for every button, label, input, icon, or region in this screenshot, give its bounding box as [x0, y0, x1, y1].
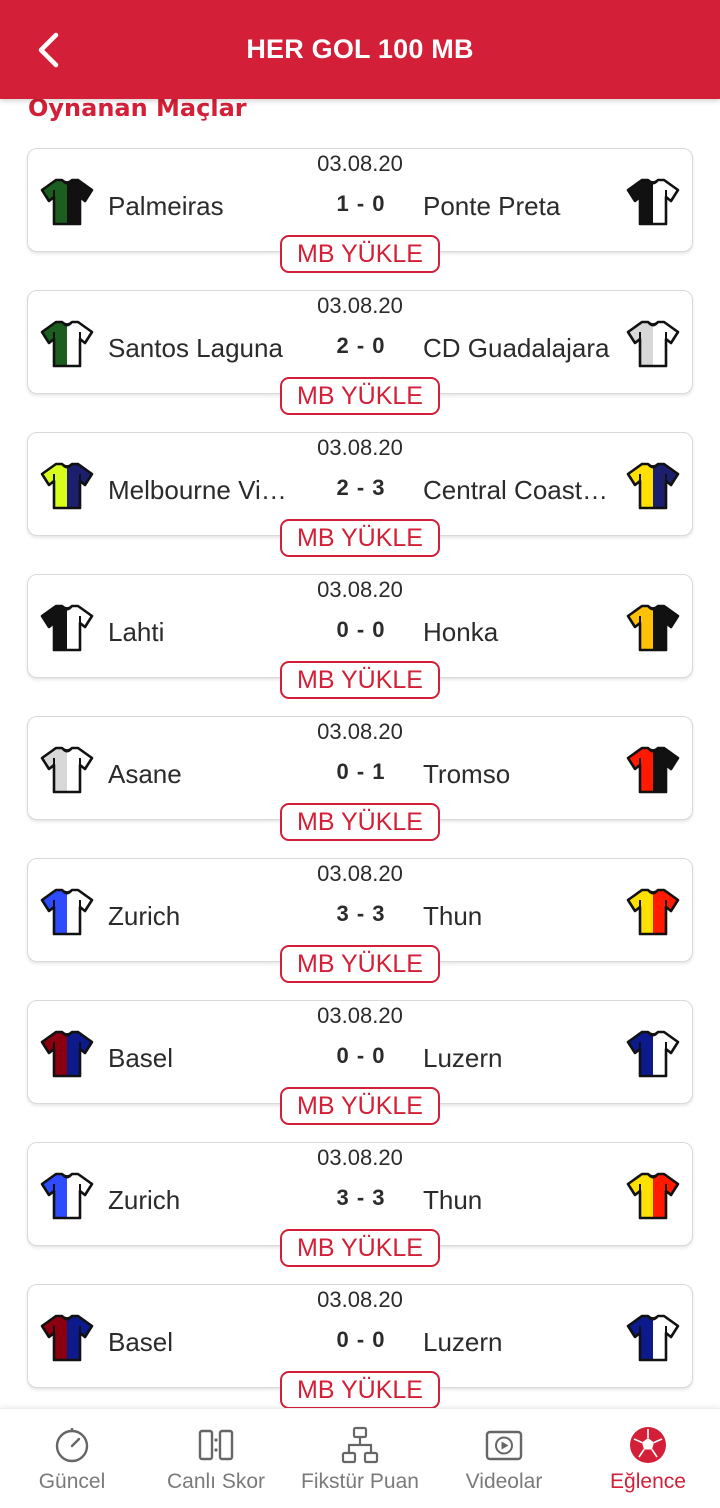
away-team-name: Honka: [423, 617, 499, 647]
chevron-left-icon: [38, 32, 59, 68]
match-score: 3 - 3: [336, 901, 386, 926]
match-card[interactable]: 03.08.20 Melbourne Vi… 2 - 3 Central Coast……: [27, 432, 693, 557]
away-team-name: Luzern: [423, 1043, 503, 1073]
mb-yukle-button[interactable]: MB YÜKLE: [280, 803, 440, 841]
page-title: HER GOL 100 MB: [246, 34, 474, 64]
home-team-name: Zurich: [108, 901, 181, 931]
stopwatch-icon: [55, 1428, 89, 1463]
home-team-name: Basel: [108, 1043, 174, 1073]
home-jersey-icon: [40, 1171, 94, 1221]
bottom-navigation: Güncel Canlı Skor Fikstür Puan Videolar Eğle…: [0, 1408, 720, 1508]
match-date: 03.08.20: [317, 1145, 403, 1170]
match-card[interactable]: 03.08.20 Lahti 0 - 0 Honka MB YÜKLE: [27, 574, 693, 699]
away-team-name: Thun: [423, 1185, 483, 1215]
away-jersey-icon: [626, 319, 680, 369]
away-jersey-icon: [626, 887, 680, 937]
fixture-tree-icon: [341, 1426, 379, 1464]
nav-label: Canlı Skor: [166, 1470, 266, 1493]
away-team-name: Ponte Preta: [423, 191, 561, 221]
nav-item-play-video[interactable]: Videolar: [432, 1409, 576, 1508]
home-team-name: Melbourne Vi…: [108, 475, 287, 505]
match-date: 03.08.20: [317, 151, 403, 176]
back-button[interactable]: [22, 22, 78, 78]
home-team-name: Lahti: [108, 617, 165, 647]
match-score: 1 - 0: [336, 191, 386, 216]
home-team-name: Palmeiras: [108, 191, 224, 221]
home-jersey-icon: [40, 1029, 94, 1079]
match-card[interactable]: 03.08.20 Asane 0 - 1 Tromso MB YÜKLE: [27, 716, 693, 841]
app-header: HER GOL 100 MB: [0, 0, 720, 99]
mb-yukle-button[interactable]: MB YÜKLE: [280, 1087, 440, 1125]
nav-label: Fikstür Puan: [301, 1470, 419, 1493]
match-card[interactable]: 03.08.20 Santos Laguna 2 - 0 CD Guadalajara…: [27, 290, 693, 415]
away-jersey-icon: [626, 1029, 680, 1079]
nav-item-fixture-tree[interactable]: Fikstür Puan: [288, 1409, 432, 1508]
match-date: 03.08.20: [317, 435, 403, 460]
mb-yukle-button[interactable]: MB YÜKLE: [280, 945, 440, 983]
match-card[interactable]: 03.08.20 Palmeiras 1 - 0 Ponte Preta MB YÜKL…: [27, 148, 693, 273]
away-team-name: CD Guadalajara: [423, 333, 610, 363]
mb-yukle-button[interactable]: MB YÜKLE: [280, 235, 440, 273]
match-score: 3 - 3: [336, 1185, 386, 1210]
match-score: 0 - 1: [336, 759, 386, 784]
match-date: 03.08.20: [317, 1003, 403, 1028]
match-score: 0 - 0: [336, 1327, 386, 1352]
nav-item-football[interactable]: Eğlence: [576, 1409, 720, 1508]
scoreboard-icon: [198, 1429, 234, 1461]
home-team-name: Asane: [108, 759, 182, 789]
away-team-name: Tromso: [423, 759, 511, 789]
away-team-name: Luzern: [423, 1327, 503, 1357]
away-team-name: Thun: [423, 901, 483, 931]
match-score: 0 - 0: [336, 617, 386, 642]
match-card[interactable]: 03.08.20 Zurich 3 - 3 Thun MB YÜKLE: [27, 1142, 693, 1267]
match-date: 03.08.20: [317, 1287, 403, 1312]
match-card[interactable]: 03.08.20 Zurich 3 - 3 Thun MB YÜKLE: [27, 858, 693, 983]
match-score: 2 - 3: [336, 475, 386, 500]
home-jersey-icon: [40, 603, 94, 653]
match-date: 03.08.20: [317, 719, 403, 744]
away-jersey-icon: [626, 745, 680, 795]
match-score: 2 - 0: [336, 333, 386, 358]
home-team-name: Santos Laguna: [108, 333, 283, 363]
away-jersey-icon: [626, 1171, 680, 1221]
match-card[interactable]: 03.08.20 Basel 0 - 0 Luzern MB YÜKLE: [27, 1284, 693, 1408]
nav-label: Videolar: [465, 1470, 543, 1493]
home-team-name: Zurich: [108, 1185, 181, 1215]
away-jersey-icon: [626, 603, 680, 653]
away-jersey-icon: [626, 177, 680, 227]
mb-yukle-button[interactable]: MB YÜKLE: [280, 1229, 440, 1267]
home-jersey-icon: [40, 319, 94, 369]
nav-item-stopwatch[interactable]: Güncel: [0, 1409, 144, 1508]
home-jersey-icon: [40, 887, 94, 937]
nav-label: Eğlence: [610, 1470, 686, 1493]
home-jersey-icon: [40, 1313, 94, 1363]
home-team-name: Basel: [108, 1327, 174, 1357]
play-video-icon: [485, 1430, 523, 1461]
match-date: 03.08.20: [317, 293, 403, 318]
mb-yukle-button[interactable]: MB YÜKLE: [280, 661, 440, 699]
mb-yukle-button[interactable]: MB YÜKLE: [280, 1371, 440, 1408]
match-score: 0 - 0: [336, 1043, 386, 1068]
football-icon: [630, 1427, 666, 1463]
mb-yukle-button[interactable]: MB YÜKLE: [280, 377, 440, 415]
home-jersey-icon: [40, 745, 94, 795]
nav-item-scoreboard[interactable]: Canlı Skor: [144, 1409, 288, 1508]
match-date: 03.08.20: [317, 577, 403, 602]
away-team-name: Central Coast…: [423, 475, 608, 505]
match-card[interactable]: 03.08.20 Basel 0 - 0 Luzern MB YÜKLE: [27, 1000, 693, 1125]
home-jersey-icon: [40, 177, 94, 227]
home-jersey-icon: [40, 461, 94, 511]
match-list[interactable]: 03.08.20 Palmeiras 1 - 0 Ponte Preta MB YÜKL…: [0, 148, 720, 1408]
mb-yukle-button[interactable]: MB YÜKLE: [280, 519, 440, 557]
nav-label: Güncel: [38, 1470, 106, 1493]
match-date: 03.08.20: [317, 861, 403, 886]
away-jersey-icon: [626, 461, 680, 511]
away-jersey-icon: [626, 1313, 680, 1363]
